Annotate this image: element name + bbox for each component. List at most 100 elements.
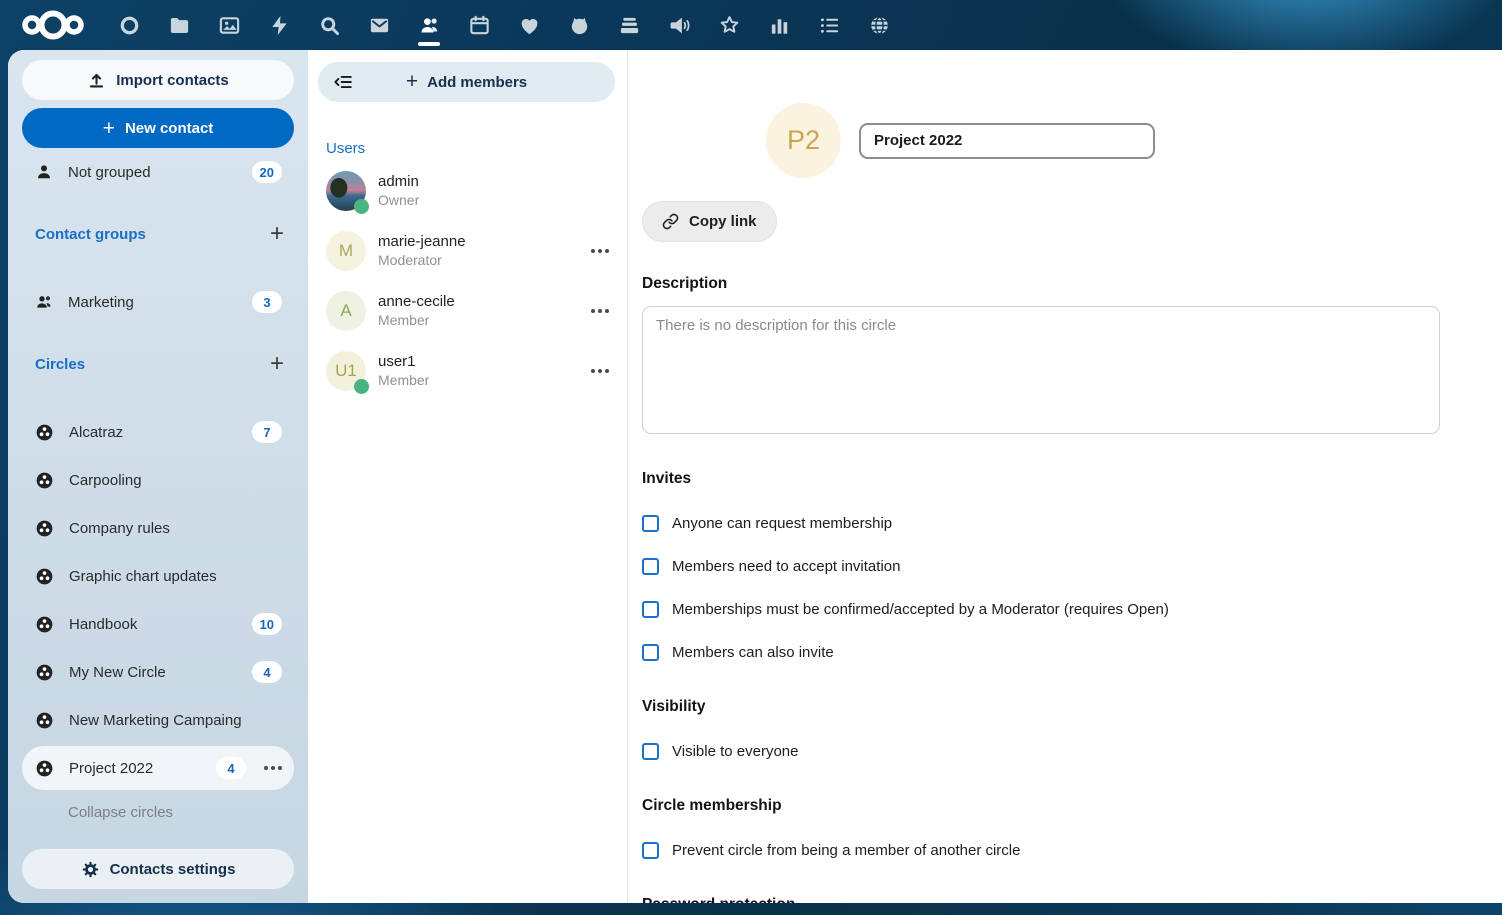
- member-row-anne-cecile[interactable]: Aanne-cecileMember: [318, 287, 615, 335]
- section-heading-invites: Invites: [642, 470, 1442, 490]
- checkbox[interactable]: [642, 515, 659, 532]
- announcements-icon[interactable]: [654, 0, 704, 50]
- option-label: Members can also invite: [672, 644, 834, 661]
- circle-name-input[interactable]: [859, 123, 1155, 159]
- sidebar-item-circle-new-marketing-campaing[interactable]: New Marketing Campaing: [22, 698, 294, 742]
- collapse-sidebar-icon[interactable]: [332, 71, 354, 97]
- link-icon: [662, 213, 679, 230]
- sidebar-item-circle-alcatraz[interactable]: Alcatraz7: [22, 410, 294, 454]
- circle-avatar: P2: [766, 103, 841, 178]
- deck-icon[interactable]: [604, 0, 654, 50]
- checkbox[interactable]: [642, 842, 659, 859]
- option-row[interactable]: Anyone can request membership: [642, 513, 1442, 533]
- users-list: adminOwner Mmarie-jeanneModerator Aanne-ce…: [318, 167, 615, 407]
- description-textarea[interactable]: [642, 306, 1440, 434]
- circles-app-icon: [34, 614, 55, 635]
- nextcloud-logo-icon[interactable]: [14, 0, 92, 50]
- circle-details: P2 Copy link Description InvitesAnyone c…: [628, 50, 1502, 903]
- circles-app-icon: [34, 518, 55, 539]
- top-bar: [0, 0, 1502, 50]
- member-role: Member: [378, 372, 575, 389]
- member-row-marie-jeanne[interactable]: Mmarie-jeanneModerator: [318, 227, 615, 275]
- new-contact-label: New contact: [125, 120, 213, 137]
- option-label: Anyone can request membership: [672, 515, 892, 532]
- count-badge: 4: [216, 757, 246, 779]
- avatar: U1: [326, 351, 366, 391]
- circles-app-icon: [34, 662, 55, 683]
- checkbox[interactable]: [642, 644, 659, 661]
- tasks-icon[interactable]: [804, 0, 854, 50]
- sidebar-item-circle-company-rules[interactable]: Company rules: [22, 506, 294, 550]
- sidebar-item-circle-project-2022[interactable]: Project 2022 4: [22, 746, 294, 790]
- plus-icon: +: [103, 118, 115, 139]
- option-row[interactable]: Prevent circle from being a member of an…: [642, 840, 1442, 860]
- section-heading-circle-membership: Circle membership: [642, 797, 1442, 817]
- option-label: Visible to everyone: [672, 743, 798, 760]
- contacts-sidebar: Import contacts + New contact Not groupe…: [8, 50, 308, 903]
- online-status-dot: [354, 199, 369, 214]
- person-icon: [34, 162, 54, 182]
- import-contacts-button[interactable]: Import contacts: [22, 60, 294, 100]
- files-icon[interactable]: [154, 0, 204, 50]
- member-info: marie-jeanneModerator: [378, 233, 575, 269]
- count-badge: 4: [252, 661, 282, 683]
- member-name: admin: [378, 173, 609, 192]
- photos-icon[interactable]: [204, 0, 254, 50]
- upload-icon: [87, 71, 106, 90]
- circle-header: P2: [766, 103, 1442, 178]
- member-name: user1: [378, 353, 575, 372]
- sidebar-item-label: Graphic chart updates: [69, 568, 282, 585]
- circle-icon[interactable]: [104, 0, 154, 50]
- sidebar-item-label: Not grouped: [68, 164, 238, 181]
- sidebar-item-label: Project 2022: [69, 760, 202, 777]
- github-icon[interactable]: [554, 0, 604, 50]
- more-actions-icon[interactable]: [591, 249, 609, 253]
- member-row-user1[interactable]: U1 user1Member: [318, 347, 615, 395]
- analytics-icon[interactable]: [754, 0, 804, 50]
- activity-icon[interactable]: [254, 0, 304, 50]
- circles-app-icon: [34, 758, 55, 779]
- option-row[interactable]: Memberships must be confirmed/accepted b…: [642, 599, 1442, 619]
- sidebar-item-label: Company rules: [69, 520, 282, 537]
- sidebar-item-label: New Marketing Campaing: [69, 712, 282, 729]
- contacts-settings-button[interactable]: Contacts settings: [22, 849, 294, 889]
- sidebar-item-marketing[interactable]: Marketing 3: [22, 280, 294, 324]
- more-actions-icon[interactable]: [591, 309, 609, 313]
- search-icon[interactable]: [304, 0, 354, 50]
- sidebar-item-circle-carpooling[interactable]: Carpooling: [22, 458, 294, 502]
- collapse-circles-link[interactable]: Collapse circles: [68, 804, 294, 821]
- users-list-header: Users: [326, 140, 615, 157]
- star-icon[interactable]: [704, 0, 754, 50]
- member-name: anne-cecile: [378, 293, 575, 312]
- sidebar-item-circle-handbook[interactable]: Handbook10: [22, 602, 294, 646]
- option-label: Members need to accept invitation: [672, 558, 900, 575]
- option-row[interactable]: Members can also invite: [642, 642, 1442, 662]
- globe-icon[interactable]: [854, 0, 904, 50]
- count-badge: 10: [252, 613, 282, 635]
- sidebar-item-label: Marketing: [68, 294, 238, 311]
- sidebar-item-circle-my-new-circle[interactable]: My New Circle4: [22, 650, 294, 694]
- likes-icon[interactable]: [504, 0, 554, 50]
- option-row[interactable]: Visible to everyone: [642, 741, 1442, 761]
- sidebar-item-circle-graphic-chart-updates[interactable]: Graphic chart updates: [22, 554, 294, 598]
- checkbox[interactable]: [642, 601, 659, 618]
- checkbox[interactable]: [642, 743, 659, 760]
- checkbox[interactable]: [642, 558, 659, 575]
- count-badge: 3: [252, 291, 282, 313]
- more-actions-icon[interactable]: [591, 369, 609, 373]
- option-row[interactable]: Members need to accept invitation: [642, 556, 1442, 576]
- contact-groups-header: Contact groups +: [22, 222, 294, 246]
- add-circle-button[interactable]: +: [270, 352, 284, 376]
- sidebar-item-not-grouped[interactable]: Not grouped 20: [22, 150, 294, 194]
- calendar-icon[interactable]: [454, 0, 504, 50]
- contacts-icon[interactable]: [404, 0, 454, 50]
- member-name: marie-jeanne: [378, 233, 575, 252]
- add-group-button[interactable]: +: [270, 222, 284, 246]
- copy-link-button[interactable]: Copy link: [642, 201, 777, 242]
- add-members-button[interactable]: + Add members: [318, 62, 615, 102]
- more-actions-icon[interactable]: [264, 766, 282, 770]
- mail-icon[interactable]: [354, 0, 404, 50]
- circles-header: Circles +: [22, 352, 294, 376]
- member-row-admin[interactable]: adminOwner: [318, 167, 615, 215]
- new-contact-button[interactable]: + New contact: [22, 108, 294, 148]
